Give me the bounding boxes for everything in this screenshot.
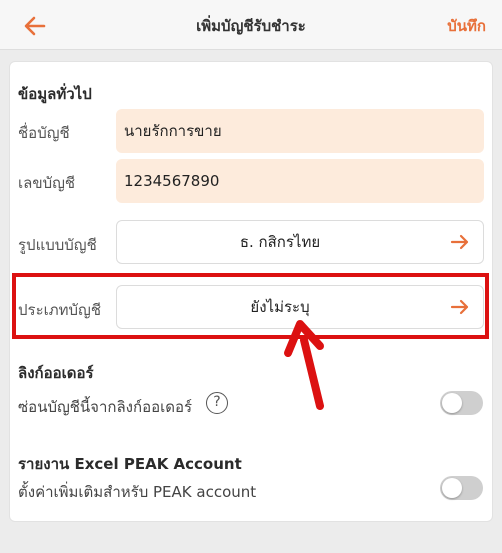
account-type-select[interactable]: ยังไม่ระบุ xyxy=(116,285,484,329)
account-type-value: ยังไม่ระบุ xyxy=(250,298,310,316)
page-title: เพิ่มบัญชีรับชำระ xyxy=(196,17,306,35)
account-name-label: ชื่อบัญชี xyxy=(18,124,70,142)
arrow-right-icon xyxy=(450,299,469,315)
help-icon[interactable]: ? xyxy=(206,392,228,414)
account-name-field[interactable]: นายรักการขาย xyxy=(116,109,484,153)
account-format-value: ธ. กสิกรไทย xyxy=(239,233,321,251)
account-format-select[interactable]: ธ. กสิกรไทย xyxy=(116,220,484,264)
section-title-order-link: ลิงก์ออเดอร์ xyxy=(18,364,94,382)
account-type-label: ประเภทบัญชี xyxy=(18,301,102,319)
top-bar: เพิ่มบัญชีรับชำระ บันทึก xyxy=(0,0,502,50)
arrow-right-icon xyxy=(450,234,469,250)
hide-from-order-link-toggle[interactable] xyxy=(440,391,483,415)
section-title-peak: รายงาน Excel PEAK Account xyxy=(18,455,242,473)
toggle-knob xyxy=(442,478,462,498)
section-title-general: ข้อมูลทั่วไป xyxy=(18,85,92,103)
account-number-label: เลขบัญชี xyxy=(18,174,76,192)
hide-from-order-link-label: ซ่อนบัญชีนี้จากลิงก์ออเดอร์ xyxy=(18,398,193,416)
save-button[interactable]: บันทึก xyxy=(447,14,486,38)
toggle-knob xyxy=(442,393,462,413)
peak-setting-label: ตั้งค่าเพิ่มเติมสำหรับ PEAK account xyxy=(18,483,257,501)
account-number-field[interactable]: 1234567890 xyxy=(116,159,484,203)
account-format-label: รูปแบบบัญชี xyxy=(18,236,97,254)
peak-setting-toggle[interactable] xyxy=(440,476,483,500)
